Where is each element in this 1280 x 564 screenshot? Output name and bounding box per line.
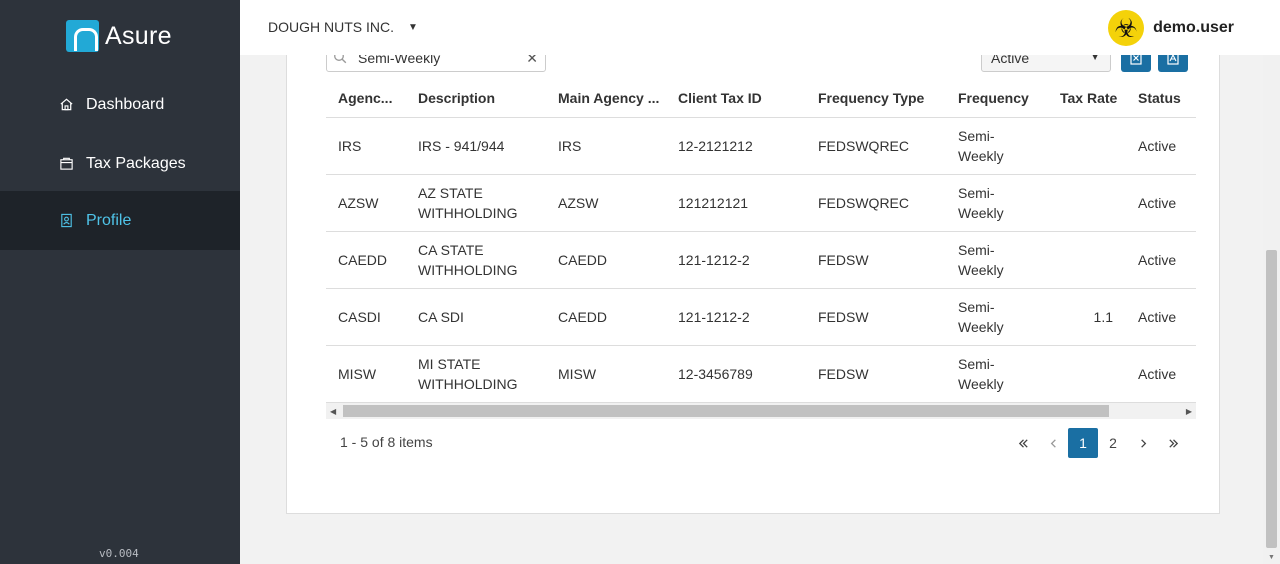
brand-logo[interactable]: Asure [66,20,172,52]
cell-status: Active [1138,366,1177,382]
brand-name: Asure [105,21,172,50]
page-button-1[interactable]: 1 [1068,428,1098,458]
biohazard-icon: ☣ [1108,10,1145,46]
company-name: DOUGH NUTS INC. [268,19,394,35]
cell-main-agency: CAEDD [558,309,608,325]
cell-agency: CAEDD [338,252,388,268]
cell-agency: AZSW [338,195,379,211]
previous-page-button[interactable] [1038,428,1068,458]
cell-main-agency: MISW [558,366,597,382]
cell-frequency: Semi-Weekly [958,128,1004,164]
tax-agency-grid: Agenc... Description Main Agency ... Cli… [326,80,1196,403]
cell-main-agency: IRS [558,138,582,154]
cell-main-agency: CAEDD [558,252,608,268]
cell-frequency-type: FEDSWQREC [818,138,909,154]
profile-icon [58,213,74,229]
next-page-button[interactable] [1128,428,1158,458]
double-chevron-right-icon [1168,438,1178,448]
cell-client-tax-id: 12-3456789 [678,366,753,382]
sidebar-item-tax-packages[interactable]: Tax Packages [0,134,240,193]
sidebar: Asure Dashboard Tax Packages Profile v0.… [0,0,240,564]
cell-agency: MISW [338,366,377,382]
vertical-scrollbar[interactable]: ▲ ▼ [1263,0,1280,564]
home-icon [58,97,74,113]
sidebar-item-profile[interactable]: Profile [0,191,240,250]
vertical-scrollbar-thumb[interactable] [1266,250,1277,548]
cell-frequency-type: FEDSW [818,309,869,325]
username: demo.user [1153,19,1234,36]
cell-main-agency: AZSW [558,195,599,211]
table-row[interactable]: CASDI CA SDI CAEDD 121-1212-2 FEDSW Semi… [326,289,1196,346]
user-menu[interactable]: ☣ demo.user [1108,10,1234,46]
cell-agency: CASDI [338,309,381,325]
package-icon [58,156,74,172]
column-header-frequency[interactable]: Frequency [958,90,1029,106]
scroll-left-icon[interactable]: ◀ [330,407,336,416]
scroll-right-icon[interactable]: ▶ [1186,407,1192,416]
cell-frequency-type: FEDSW [818,366,869,382]
cell-description: MI STATE WITHHOLDING [418,356,518,392]
cell-status: Active [1138,309,1177,325]
cell-status: Active [1138,252,1177,268]
sidebar-item-label: Profile [86,211,132,229]
sidebar-item-label: Dashboard [86,95,165,113]
scroll-down-icon[interactable]: ▼ [1268,554,1275,561]
last-page-button[interactable] [1158,428,1188,458]
column-header-agency[interactable]: Agenc... [338,90,392,106]
sidebar-item-label: Tax Packages [86,154,186,172]
cell-description: AZ STATE WITHHOLDING [418,185,518,221]
cell-description: CA STATE WITHHOLDING [418,242,518,278]
table-header: Agenc... Description Main Agency ... Cli… [326,80,1196,118]
app-version: v0.004 [99,547,139,560]
horizontal-scrollbar-thumb[interactable] [343,405,1109,417]
cell-client-tax-id: 12-2121212 [678,138,753,154]
cell-frequency: Semi-Weekly [958,299,1004,335]
cell-frequency-type: FEDSWQREC [818,195,909,211]
chevron-right-icon [1140,438,1146,448]
cell-status: Active [1138,195,1177,211]
cell-frequency: Semi-Weekly [958,356,1004,392]
cell-frequency-type: FEDSW [818,252,869,268]
cell-client-tax-id: 121-1212-2 [678,252,750,268]
asure-logo-icon [66,20,99,52]
horizontal-scrollbar[interactable]: ◀ ▶ [326,403,1196,419]
chevron-left-icon [1050,438,1056,448]
column-header-description[interactable]: Description [418,90,495,106]
cell-agency: IRS [338,138,362,154]
cell-client-tax-id: 121-1212-2 [678,309,750,325]
double-chevron-left-icon [1018,438,1028,448]
column-header-frequency-type[interactable]: Frequency Type [818,90,924,106]
page-button-2[interactable]: 2 [1098,428,1128,458]
table-row[interactable]: CAEDD CA STATE WITHHOLDING CAEDD 121-121… [326,232,1196,289]
pager-info: 1 - 5 of 8 items [340,434,433,450]
cell-tax-rate: 1.1 [1093,309,1113,325]
sidebar-item-dashboard[interactable]: Dashboard [0,75,240,134]
cell-client-tax-id: 121212121 [678,195,749,211]
cell-description: IRS - 941/944 [418,138,505,154]
top-header: DOUGH NUTS INC. ▼ ☣ demo.user [240,0,1280,55]
cell-description: CA SDI [418,309,464,325]
table-row[interactable]: AZSW AZ STATE WITHHOLDING AZSW 121212121… [326,175,1196,232]
table-row[interactable]: MISW MI STATE WITHHOLDING MISW 12-345678… [326,346,1196,403]
cell-frequency: Semi-Weekly [958,242,1004,278]
column-header-status[interactable]: Status [1138,90,1181,106]
column-header-client-tax-id[interactable]: Client Tax ID [678,90,762,106]
first-page-button[interactable] [1008,428,1038,458]
cell-frequency: Semi-Weekly [958,185,1004,221]
caret-down-icon: ▼ [408,21,418,33]
column-header-main-agency[interactable]: Main Agency ... [558,90,659,106]
table-row[interactable]: IRS IRS - 941/944 IRS 12-2121212 FEDSWQR… [326,118,1196,175]
cell-status: Active [1138,138,1177,154]
column-header-tax-rate[interactable]: Tax Rate [1060,90,1117,106]
company-selector[interactable]: DOUGH NUTS INC. ▼ [268,19,418,35]
